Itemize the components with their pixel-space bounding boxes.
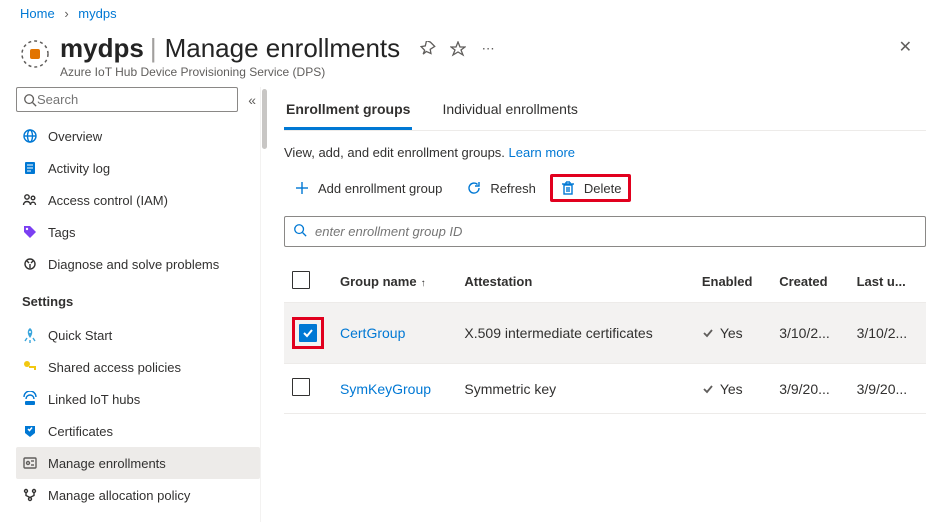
title-separator: |: [150, 33, 157, 64]
sidebar-item-label: Manage allocation policy: [48, 488, 190, 503]
sidebar-item-certs[interactable]: Certificates: [16, 415, 260, 447]
sidebar-item-sas[interactable]: Shared access policies: [16, 351, 260, 383]
dps-resource-icon: [20, 39, 50, 69]
table-row: SymKeyGroup Symmetric key Yes 3/9/20...3/9/…: [284, 364, 926, 414]
sidebar-item-diagnose[interactable]: Diagnose and solve problems: [16, 248, 260, 280]
tab-groups[interactable]: Enrollment groups: [284, 97, 412, 130]
row-checkbox[interactable]: [299, 324, 317, 342]
sidebar-item-iam[interactable]: Access control (IAM): [16, 184, 260, 216]
sidebar-item-label: Certificates: [48, 424, 113, 439]
updated-cell: 3/10/2...: [849, 303, 926, 364]
favorite-icon[interactable]: [450, 41, 466, 57]
sidebar-item-label: Access control (IAM): [48, 193, 168, 208]
sort-asc-icon: ↑: [421, 278, 426, 289]
col-updated[interactable]: Last u...: [849, 261, 926, 303]
add-enrollment-button[interactable]: Add enrollment group: [284, 174, 452, 202]
tab-individual[interactable]: Individual enrollments: [440, 97, 579, 130]
plus-icon: [294, 180, 310, 196]
sidebar-item-label: Linked IoT hubs: [48, 392, 140, 407]
tag-icon: [22, 224, 38, 240]
group-name-link[interactable]: CertGroup: [340, 325, 405, 341]
delete-label: Delete: [584, 181, 622, 196]
close-icon[interactable]: ✕: [895, 33, 916, 61]
filter-input[interactable]: [315, 224, 917, 239]
service-subtitle: Azure IoT Hub Device Provisioning Servic…: [60, 65, 895, 79]
breadcrumb: Home › mydps: [0, 0, 936, 27]
sidebar: « Overview Activity log Access control (IA…: [0, 87, 260, 522]
filter-search-icon: [293, 223, 307, 240]
sidebar-item-hubs[interactable]: Linked IoT hubs: [16, 383, 260, 415]
sidebar-item-allocation[interactable]: Manage allocation policy: [16, 479, 260, 511]
chevron-right-icon: ›: [64, 6, 68, 21]
sidebar-item-label: Manage enrollments: [48, 456, 166, 471]
enrollment-table: Group name↑ Attestation Enabled Created …: [284, 261, 926, 414]
refresh-label: Refresh: [490, 181, 536, 196]
col-enabled[interactable]: Enabled: [694, 261, 771, 303]
page-header: mydps | Manage enrollments ⋯ Azure IoT H…: [0, 27, 936, 87]
refresh-icon: [466, 180, 482, 196]
sidebar-item-label: Overview: [48, 129, 102, 144]
breadcrumb-resource[interactable]: mydps: [78, 6, 116, 21]
delete-button[interactable]: Delete: [550, 174, 632, 202]
sidebar-item-label: Quick Start: [48, 328, 112, 343]
col-attestation[interactable]: Attestation: [456, 261, 693, 303]
created-cell: 3/9/20...: [771, 364, 848, 414]
sidebar-item-enrollments[interactable]: Manage enrollments: [16, 447, 260, 479]
sidebar-search[interactable]: [16, 87, 238, 112]
sidebar-search-input[interactable]: [37, 92, 231, 107]
sidebar-item-overview[interactable]: Overview: [16, 120, 260, 152]
tabs: Enrollment groups Individual enrollments: [284, 87, 926, 131]
col-name[interactable]: Group name↑: [332, 261, 456, 303]
enroll-icon: [22, 455, 38, 471]
sidebar-item-activity[interactable]: Activity log: [16, 152, 260, 184]
table-row: CertGroup X.509 intermediate certificates…: [284, 303, 926, 364]
filter-box[interactable]: [284, 216, 926, 247]
select-all-checkbox[interactable]: [292, 271, 310, 289]
attestation-cell: X.509 intermediate certificates: [456, 303, 693, 364]
hub-icon: [22, 391, 38, 407]
pin-icon[interactable]: [420, 41, 436, 57]
allocation-icon: [22, 487, 38, 503]
attestation-cell: Symmetric key: [456, 364, 693, 414]
search-icon: [23, 93, 37, 107]
resource-name: mydps: [60, 33, 144, 64]
enabled-cell: Yes: [702, 381, 763, 397]
sidebar-item-label: Shared access policies: [48, 360, 181, 375]
updated-cell: 3/9/20...: [849, 364, 926, 414]
enabled-cell: Yes: [702, 325, 763, 341]
sidebar-item-label: Diagnose and solve problems: [48, 257, 219, 272]
breadcrumb-home[interactable]: Home: [20, 6, 55, 21]
globe-icon: [22, 128, 38, 144]
diagnose-icon: [22, 256, 38, 272]
learn-more-link[interactable]: Learn more: [509, 145, 575, 160]
collapse-sidebar-icon[interactable]: «: [248, 92, 256, 108]
sidebar-item-label: Activity log: [48, 161, 110, 176]
col-created[interactable]: Created: [771, 261, 848, 303]
description: View, add, and edit enrollment groups. L…: [284, 145, 926, 160]
toolbar: Add enrollment group Refresh Delete: [284, 174, 926, 202]
iam-icon: [22, 192, 38, 208]
check-icon: [702, 383, 714, 395]
group-name-link[interactable]: SymKeyGroup: [340, 381, 431, 397]
check-icon: [702, 327, 714, 339]
sidebar-section-settings: Settings: [16, 280, 260, 315]
sidebar-scrollbar[interactable]: [260, 87, 268, 522]
created-cell: 3/10/2...: [771, 303, 848, 364]
key-icon: [22, 359, 38, 375]
delete-icon: [560, 180, 576, 196]
page-title: Manage enrollments: [165, 33, 401, 64]
cert-icon: [22, 423, 38, 439]
sidebar-item-quickstart[interactable]: Quick Start: [16, 319, 260, 351]
row-checkbox[interactable]: [292, 378, 310, 396]
sidebar-item-tags[interactable]: Tags: [16, 216, 260, 248]
description-text: View, add, and edit enrollment groups.: [284, 145, 505, 160]
refresh-button[interactable]: Refresh: [456, 174, 546, 202]
log-icon: [22, 160, 38, 176]
more-icon[interactable]: ⋯: [480, 41, 496, 57]
add-label: Add enrollment group: [318, 181, 442, 196]
sidebar-item-label: Tags: [48, 225, 75, 240]
rocket-icon: [22, 327, 38, 343]
